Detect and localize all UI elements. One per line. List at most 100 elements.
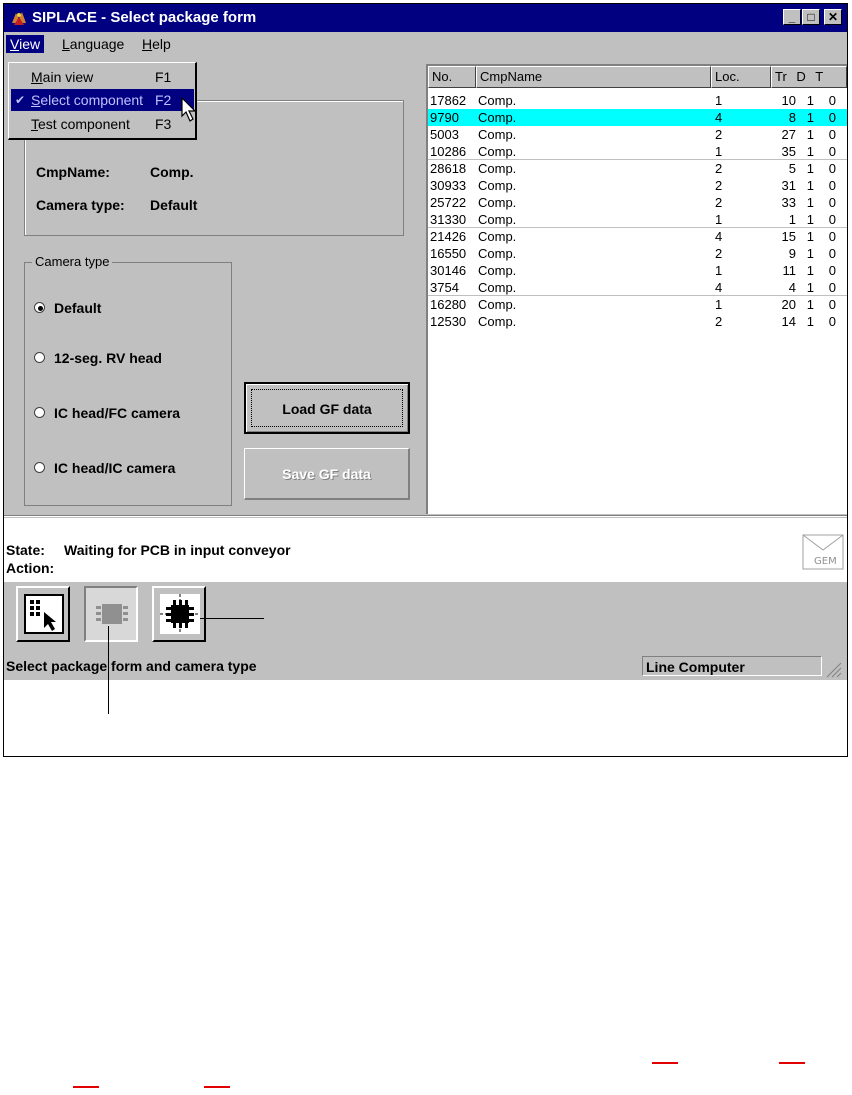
column-header-tr-d-t[interactable]: Tr D T — [771, 66, 847, 88]
cell-cmpname: Comp. — [478, 297, 517, 312]
cell-t: 0 — [828, 178, 836, 193]
table-row[interactable]: 9790 Comp. 4 8 1 0 — [428, 109, 847, 126]
cell-no: 25722 — [430, 195, 467, 210]
select-component-tool-button[interactable] — [84, 586, 138, 642]
cell-t: 0 — [828, 212, 836, 227]
camera-type-value: Default — [150, 197, 198, 213]
resize-grip-icon[interactable] — [824, 660, 842, 678]
red-marker — [73, 1086, 99, 1088]
cell-d: 1 — [806, 314, 814, 329]
camera-type-group-title: Camera type — [32, 254, 113, 269]
table-row[interactable]: 16280 Comp. 1 20 1 0 — [428, 296, 847, 313]
maximize-icon: □ — [807, 10, 815, 24]
menu-language[interactable]: Language — [58, 35, 128, 53]
minimize-icon: _ — [788, 10, 796, 24]
component-crosshair-icon — [160, 594, 200, 634]
column-header-no[interactable]: No. — [428, 66, 476, 88]
cell-cmpname: Comp. — [478, 263, 517, 278]
select-component-mnemonic: S — [31, 92, 41, 108]
cell-t: 0 — [828, 229, 836, 244]
cell-loc: 1 — [715, 212, 723, 227]
cell-tr: 20 — [781, 297, 796, 312]
table-row[interactable]: 25722 Comp. 2 33 1 0 — [428, 194, 847, 211]
test-component-tool-button[interactable] — [152, 586, 206, 642]
table-row[interactable]: 12530 Comp. 2 14 1 0 — [428, 313, 847, 330]
cell-t: 0 — [828, 297, 836, 312]
cell-loc: 2 — [715, 246, 723, 261]
gem-mail-icon[interactable]: GEM — [802, 534, 844, 570]
cmpname-label: CmpName: — [36, 164, 110, 180]
mouse-pointer-icon — [181, 97, 197, 122]
cell-cmpname: Comp. — [478, 280, 517, 295]
cell-d: 1 — [806, 161, 814, 176]
radio-ic-head-fc-camera-label: IC head/FC camera — [54, 405, 181, 421]
cell-tr: 31 — [781, 178, 796, 193]
app-window: SIPLACE - Select package form _ □ ✕ View… — [4, 4, 847, 680]
cell-tr: 14 — [781, 314, 796, 329]
menu-help[interactable]: Help — [138, 35, 175, 53]
table-row[interactable]: 30933 Comp. 2 31 1 0 — [428, 177, 847, 194]
cell-d: 1 — [806, 212, 814, 227]
title-bar[interactable]: SIPLACE - Select package form _ □ ✕ — [4, 4, 847, 32]
cell-d: 1 — [806, 229, 814, 244]
cell-cmpname: Comp. — [478, 144, 517, 159]
table-row[interactable]: 17862 Comp. 1 10 1 0 — [428, 92, 847, 109]
test-component-label: est component — [38, 116, 130, 132]
column-header-loc[interactable]: Loc. — [711, 66, 771, 88]
cell-no: 21426 — [430, 229, 467, 244]
menu-help-mnemonic: H — [142, 36, 153, 52]
cell-no: 16550 — [430, 246, 467, 261]
load-gf-data-button[interactable]: Load GF data — [244, 382, 410, 434]
cell-loc: 4 — [715, 280, 723, 295]
table-row[interactable]: 3754 Comp. 4 4 1 0 — [428, 279, 847, 296]
menu-item-main-view[interactable]: Main view F1 — [11, 66, 194, 88]
minimize-button[interactable]: _ — [783, 9, 801, 25]
toolbar — [4, 582, 847, 650]
cell-tr: 5 — [788, 161, 796, 176]
close-button[interactable]: ✕ — [824, 9, 842, 25]
table-row[interactable]: 16550 Comp. 2 9 1 0 — [428, 245, 847, 262]
radio-12-seg-rv-head-label: 12-seg. RV head — [54, 350, 162, 366]
radio-selected-dot — [38, 306, 43, 311]
state-label: State: — [6, 542, 45, 558]
table-row[interactable]: 10286 Comp. 1 35 1 0 — [428, 143, 847, 160]
radio-default-label: Default — [54, 300, 102, 316]
close-icon: ✕ — [827, 10, 839, 24]
status-bar: Select package form and camera type Line… — [4, 652, 847, 680]
menu-view-label: iew — [19, 36, 41, 52]
menu-item-test-component[interactable]: Test component F3 — [11, 113, 194, 135]
column-header-cmpname[interactable]: CmpName — [476, 66, 711, 88]
cell-tr: 8 — [788, 110, 796, 125]
cell-no: 12530 — [430, 314, 467, 329]
cell-tr: 4 — [788, 280, 796, 295]
component-list[interactable]: No. CmpName Loc. Tr D T 17862 Comp. 1 10 1 0 9… — [426, 64, 847, 514]
test-component-shortcut: F3 — [155, 116, 172, 132]
cell-tr: 11 — [782, 263, 797, 278]
main-view-tool-button[interactable] — [16, 586, 70, 642]
menu-view[interactable]: View — [6, 35, 45, 53]
cell-cmpname: Comp. — [478, 229, 517, 244]
menu-help-label: elp — [152, 36, 171, 52]
table-row[interactable]: 30146 Comp. 1 11 1 0 — [428, 262, 847, 279]
table-row[interactable]: 31330 Comp. 1 1 1 0 — [428, 211, 847, 228]
cell-loc: 4 — [715, 229, 723, 244]
status-message: Select package form and camera type — [6, 658, 257, 674]
table-row[interactable]: 21426 Comp. 4 15 1 0 — [428, 228, 847, 245]
main-view-mnemonic: M — [31, 69, 43, 85]
column-header-tr: Tr — [775, 69, 787, 84]
column-header-d: D — [796, 69, 806, 84]
cell-d: 1 — [806, 263, 814, 278]
table-row[interactable]: 28618 Comp. 2 5 1 0 — [428, 160, 847, 177]
maximize-button[interactable]: □ — [802, 9, 820, 25]
table-row[interactable]: 5003 Comp. 2 27 1 0 — [428, 126, 847, 143]
cell-no: 30146 — [430, 263, 467, 278]
radio-circle — [34, 407, 45, 418]
cell-no: 9790 — [430, 110, 459, 125]
save-gf-data-button[interactable]: Save GF data — [244, 448, 410, 500]
cell-cmpname: Comp. — [478, 212, 517, 227]
radio-circle — [34, 352, 45, 363]
menu-item-select-component[interactable]: ✔ Select component F2 — [11, 89, 194, 111]
cell-cmpname: Comp. — [478, 127, 517, 142]
cell-loc: 2 — [715, 195, 723, 210]
cell-tr: 9 — [788, 246, 796, 261]
